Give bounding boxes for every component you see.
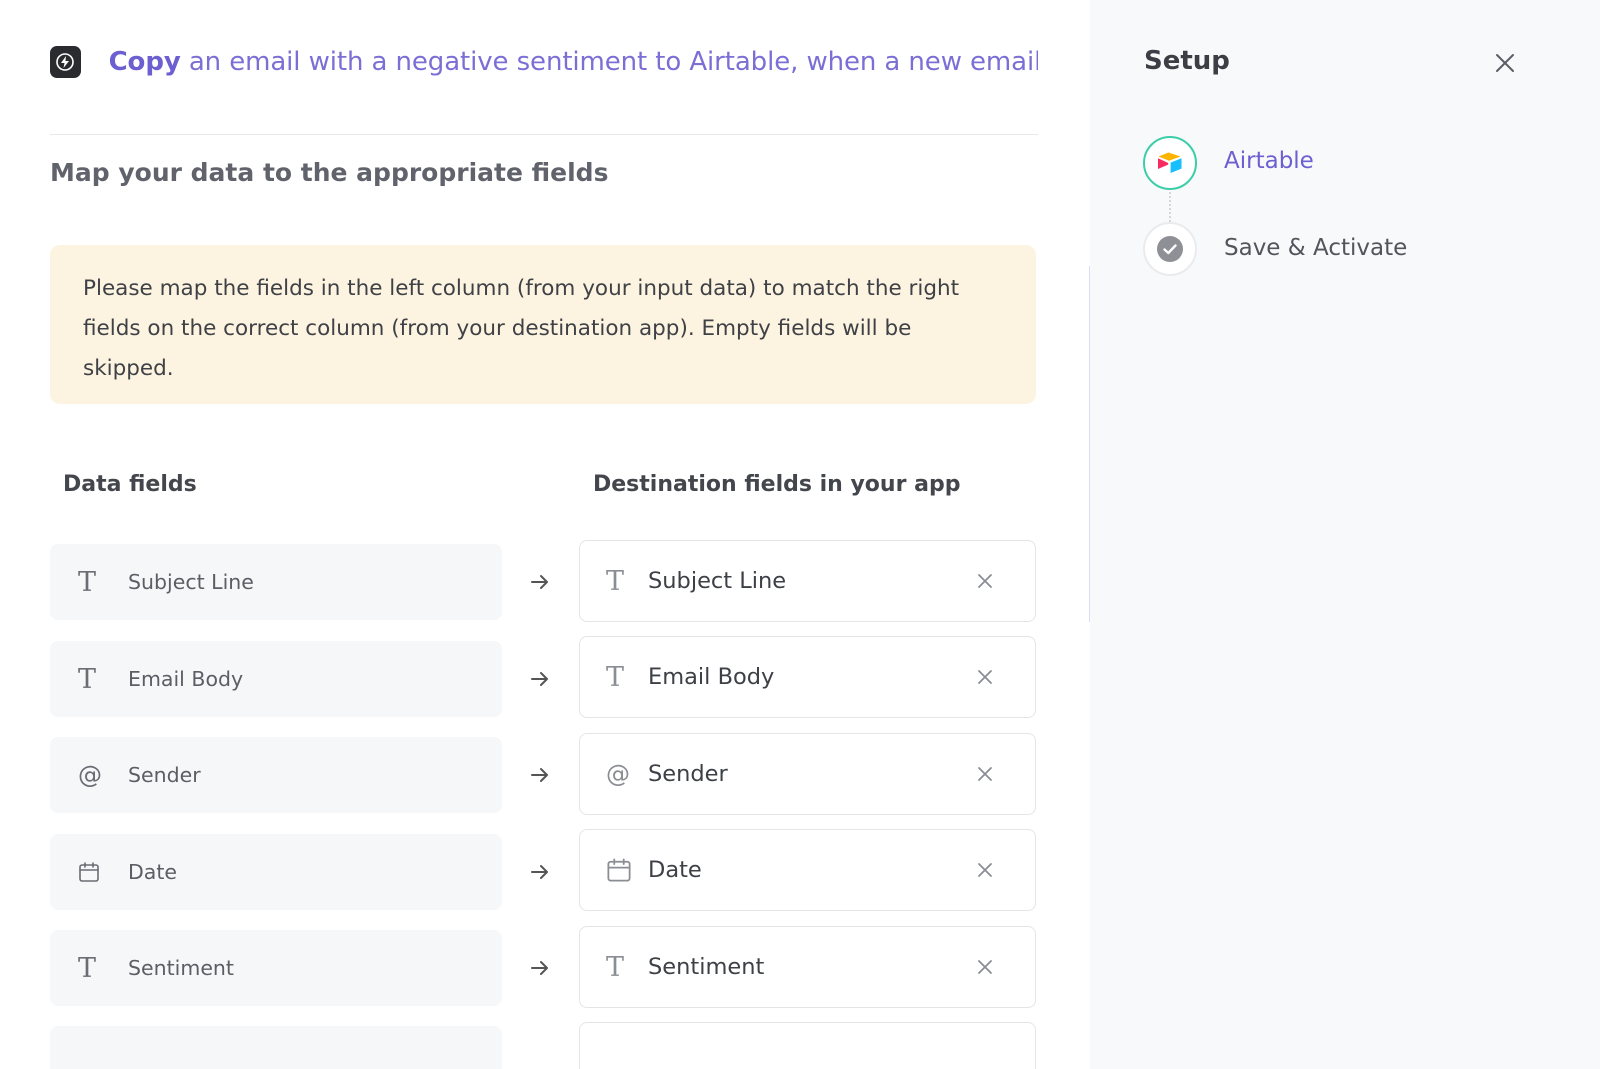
- destination-field-label: Email Body: [648, 664, 775, 690]
- setup-title: Setup: [1144, 46, 1230, 76]
- airtable-logo-icon: [1158, 152, 1182, 173]
- source-field-row-partial: [50, 1026, 502, 1069]
- destination-field-select[interactable]: T Subject Line: [579, 540, 1036, 622]
- step-label-airtable[interactable]: Airtable: [1224, 148, 1314, 174]
- arrow-right-icon: [528, 765, 552, 785]
- arrow-right-icon: [528, 862, 552, 882]
- text-icon: T: [78, 566, 97, 598]
- section-subtitle: Map your data to the appropriate fields: [50, 158, 609, 187]
- title-description: an email with a negative sentiment to Ai…: [180, 47, 1038, 77]
- destination-fields-header: Destination fields in your app: [593, 472, 961, 497]
- source-field-label: Email Body: [128, 667, 244, 691]
- destination-field-select[interactable]: Date: [579, 829, 1036, 911]
- header-divider: [50, 134, 1038, 135]
- source-field-label: Sentiment: [128, 956, 234, 980]
- source-field-row: T Sentiment: [50, 930, 502, 1006]
- arrow-right-icon: [528, 669, 552, 689]
- data-fields-header: Data fields: [63, 472, 197, 497]
- lightning-bolt-icon: [50, 46, 81, 78]
- mapping-notice: Please map the fields in the left column…: [50, 245, 1036, 404]
- destination-field-label: Subject Line: [648, 568, 787, 594]
- destination-field-label: Sentiment: [648, 954, 765, 980]
- destination-field-select-partial[interactable]: [579, 1022, 1036, 1069]
- calendar-icon: [606, 857, 646, 883]
- clear-field-icon[interactable]: [973, 955, 997, 979]
- step-airtable[interactable]: [1143, 136, 1197, 190]
- text-icon: T: [78, 952, 97, 984]
- text-icon: T: [606, 565, 625, 597]
- source-field-label: Sender: [128, 763, 201, 787]
- source-field-label: Date: [128, 860, 177, 884]
- clear-field-icon[interactable]: [973, 569, 997, 593]
- calendar-icon: [78, 861, 118, 883]
- source-field-label: Subject Line: [128, 570, 254, 594]
- main-panel: Copy an email with a negative sentiment …: [0, 0, 1090, 1069]
- clear-field-icon[interactable]: [973, 858, 997, 882]
- text-icon: T: [606, 951, 625, 983]
- text-icon: T: [78, 663, 97, 695]
- title-verb: Copy: [108, 47, 181, 77]
- clear-field-icon[interactable]: [973, 762, 997, 786]
- step-connector: [1169, 192, 1171, 222]
- step-save-activate[interactable]: [1143, 222, 1197, 276]
- at-icon: @: [606, 760, 630, 788]
- text-icon: T: [606, 661, 625, 693]
- destination-field-select[interactable]: T Sentiment: [579, 926, 1036, 1008]
- at-icon: @: [78, 761, 102, 789]
- check-circle-icon: [1157, 236, 1183, 262]
- source-field-row: T Email Body: [50, 641, 502, 717]
- automation-header: Copy an email with a negative sentiment …: [50, 30, 1038, 94]
- arrow-right-icon: [528, 572, 552, 592]
- automation-title: Copy an email with a negative sentiment …: [109, 47, 1038, 77]
- destination-field-label: Date: [648, 857, 702, 883]
- source-field-row: T Subject Line: [50, 544, 502, 620]
- clear-field-icon[interactable]: [973, 665, 997, 689]
- step-label-save-activate[interactable]: Save & Activate: [1224, 235, 1407, 261]
- destination-field-select[interactable]: @ Sender: [579, 733, 1036, 815]
- arrow-right-icon: [528, 958, 552, 978]
- destination-field-label: Sender: [648, 761, 728, 787]
- source-field-row: @ Sender: [50, 737, 502, 813]
- close-icon[interactable]: [1490, 48, 1520, 78]
- destination-field-select[interactable]: T Email Body: [579, 636, 1036, 718]
- source-field-row: Date: [50, 834, 502, 910]
